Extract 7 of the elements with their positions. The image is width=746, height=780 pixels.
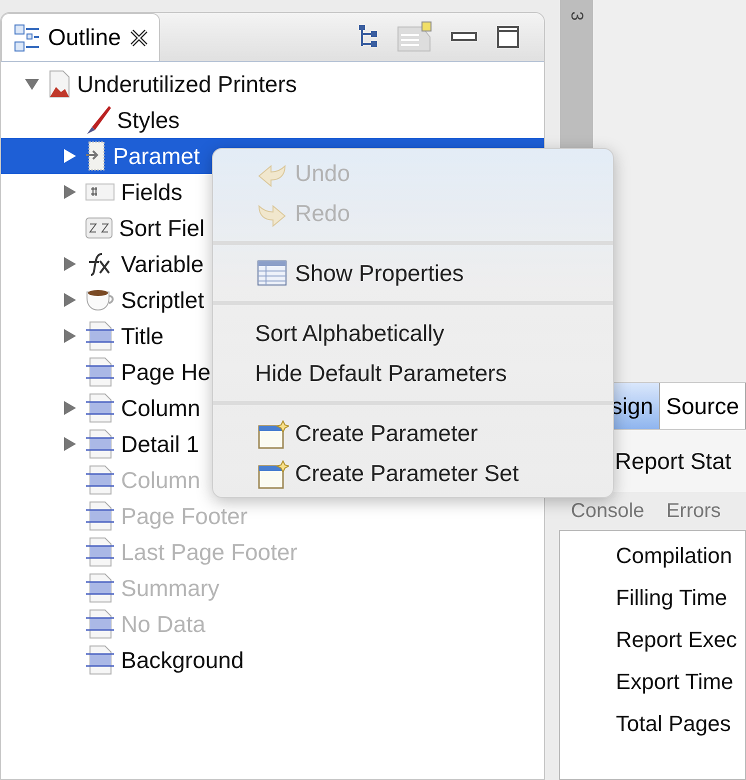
stat-label: Compilation bbox=[616, 542, 734, 570]
stat-label: Export Time bbox=[616, 668, 734, 696]
stat-label: Filling Time bbox=[616, 584, 728, 612]
stat-label: Report Exec bbox=[616, 626, 738, 654]
panel-title: Report Stat bbox=[614, 448, 732, 474]
ruler-number: 3 bbox=[566, 11, 586, 21]
stat-label: Total Pages bbox=[616, 710, 732, 738]
